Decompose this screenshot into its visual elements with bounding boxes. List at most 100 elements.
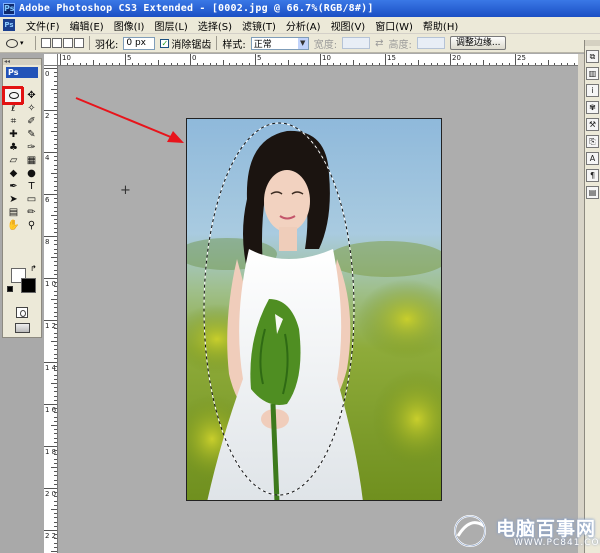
document-image[interactable] [186, 118, 442, 501]
menu-bar: Ps 文件(F) 编辑(E) 图像(I) 图层(L) 选择(S) 滤镜(T) 分… [0, 17, 600, 34]
tool-presets-icon[interactable]: ⚒ [586, 118, 599, 131]
eraser-tool[interactable]: ▱ [5, 154, 22, 167]
ruler-minor-tick [51, 299, 57, 300]
swap-colors-icon[interactable]: ↱ [30, 264, 37, 273]
gradient-tool[interactable]: ▦ [23, 154, 40, 167]
watermark: 电脑百事网 WWW.PC841.COM [452, 508, 600, 553]
menu-edit[interactable]: 编辑(E) [65, 18, 109, 33]
vertical-ruler: 024681 01 21 41 61 82 02 2 [44, 66, 58, 553]
antialias-checkbox[interactable]: ✓ 消除锯齿 [160, 36, 211, 51]
add-to-selection-icon[interactable] [52, 38, 62, 48]
style-select[interactable]: 正常 ▼ [250, 36, 309, 50]
selection-mode-group [41, 38, 84, 48]
magic-wand-tool[interactable]: ✧ [23, 102, 40, 115]
notes-tool[interactable]: ▤ [5, 206, 22, 219]
pen-tool[interactable]: ✒ [5, 180, 22, 193]
type-tool[interactable]: T [23, 180, 40, 193]
screen-mode-icon[interactable] [15, 323, 30, 333]
menu-layer[interactable]: 图层(L) [149, 18, 192, 33]
elliptical-marquee-icon [6, 38, 18, 48]
ruler-tick [44, 110, 57, 111]
ruler-label: 0 [45, 70, 50, 78]
histogram-icon[interactable]: ▥ [586, 67, 599, 80]
title-bar: Ps Adobe Photoshop CS3 Extended - [0002.… [0, 0, 600, 17]
zoom-tool[interactable]: ⚲ [23, 219, 40, 232]
menu-window[interactable]: 窗口(W) [370, 18, 418, 33]
menu-image[interactable]: 图像(I) [109, 18, 150, 33]
new-selection-icon[interactable] [41, 38, 51, 48]
app-menu-icon[interactable]: Ps [3, 19, 15, 31]
feather-input[interactable]: 0 px [123, 36, 156, 50]
character-icon[interactable]: A [586, 152, 599, 165]
panel-dock: ⧉ ▥ i ✾ ⚒ ⎘ A ¶ ▤ [584, 40, 600, 553]
refine-edge-button[interactable]: 调整边缘... [449, 36, 507, 50]
photoshop-window: Ps Adobe Photoshop CS3 Extended - [0002.… [0, 0, 600, 553]
brushes-icon[interactable]: ✾ [586, 101, 599, 114]
ruler-label: 10 [322, 54, 331, 62]
ruler-label: 5 [257, 54, 262, 62]
quick-mask-icon[interactable] [16, 307, 28, 318]
ruler-label: 10 [62, 54, 71, 62]
ruler-tick [44, 530, 57, 531]
dock-grip[interactable] [585, 40, 600, 46]
healing-brush-tool[interactable]: ✚ [5, 128, 22, 141]
crop-tool[interactable]: ⌗ [5, 115, 22, 128]
ellipse-icon [8, 91, 19, 99]
layer-comps-icon[interactable]: ▤ [586, 186, 599, 199]
paragraph-icon[interactable]: ¶ [586, 169, 599, 182]
ruler-minor-tick [51, 215, 57, 216]
elliptical-marquee-tool[interactable] [3, 87, 24, 104]
default-colors-icon[interactable] [7, 286, 13, 292]
ruler-tick [44, 68, 57, 69]
ruler-minor-tick [51, 467, 57, 468]
brush-tool[interactable]: ✎ [23, 128, 40, 141]
options-bar: ▾ 羽化: 0 px ✓ 消除锯齿 样式: 正常 ▼ 宽度: ⇄ 高度: 调整边… [0, 34, 600, 53]
ruler-minor-tick [51, 425, 57, 426]
panel-grip[interactable]: ◂◂ [3, 59, 41, 65]
ruler-label: 0 [192, 54, 197, 62]
eyedropper-tool[interactable]: ✏ [23, 206, 40, 219]
menu-help[interactable]: 帮助(H) [418, 18, 463, 33]
width-label: 宽度: [313, 39, 338, 51]
ruler-label: 20 [452, 54, 461, 62]
move-tool[interactable]: ✥ [23, 89, 40, 102]
background-color-swatch[interactable] [21, 278, 36, 293]
height-label: 高度: [388, 39, 412, 51]
blur-tool[interactable]: ◆ [5, 167, 22, 180]
shape-tool[interactable]: ▭ [23, 193, 40, 206]
subtract-from-selection-icon[interactable] [63, 38, 73, 48]
height-input [416, 37, 445, 49]
dodge-tool[interactable]: ● [23, 167, 40, 180]
canvas-area[interactable]: + [58, 66, 578, 553]
intersect-selection-icon[interactable] [74, 38, 84, 48]
swap-dimensions-icon: ⇄ [375, 37, 384, 49]
photo [187, 119, 441, 500]
ruler-minor-tick [51, 131, 57, 132]
ruler-minor-tick [51, 341, 57, 342]
slice-tool[interactable]: ✐ [23, 115, 40, 128]
menu-view[interactable]: 视图(V) [326, 18, 371, 33]
ruler-tick [44, 488, 57, 489]
tool-preset-picker[interactable]: ▾ [6, 36, 30, 50]
style-value: 正常 [253, 39, 272, 50]
menu-select[interactable]: 选择(S) [193, 18, 237, 33]
lasso-tool[interactable]: ℓ [5, 102, 22, 115]
hand-tool[interactable]: ✋ [5, 219, 22, 232]
feather-label: 羽化: [95, 39, 119, 51]
info-icon[interactable]: i [586, 84, 599, 97]
menu-filter[interactable]: 滤镜(T) [237, 18, 281, 33]
ruler-label: 15 [387, 54, 396, 62]
menu-analysis[interactable]: 分析(A) [281, 18, 326, 33]
navigator-icon[interactable]: ⧉ [586, 50, 599, 63]
path-selection-tool[interactable]: ➤ [5, 193, 22, 206]
window-title: Adobe Photoshop CS3 Extended - [0002.jpg… [19, 3, 374, 14]
ruler-minor-tick [51, 383, 57, 384]
ruler-tick [44, 362, 57, 363]
ruler-tick [44, 152, 57, 153]
divider [89, 36, 90, 50]
history-brush-tool[interactable]: ✑ [23, 141, 40, 154]
clone-stamp-tool[interactable]: ♣ [5, 141, 22, 154]
clone-source-icon[interactable]: ⎘ [586, 135, 599, 148]
ruler-corner[interactable] [44, 54, 58, 66]
menu-file[interactable]: 文件(F) [21, 18, 65, 33]
